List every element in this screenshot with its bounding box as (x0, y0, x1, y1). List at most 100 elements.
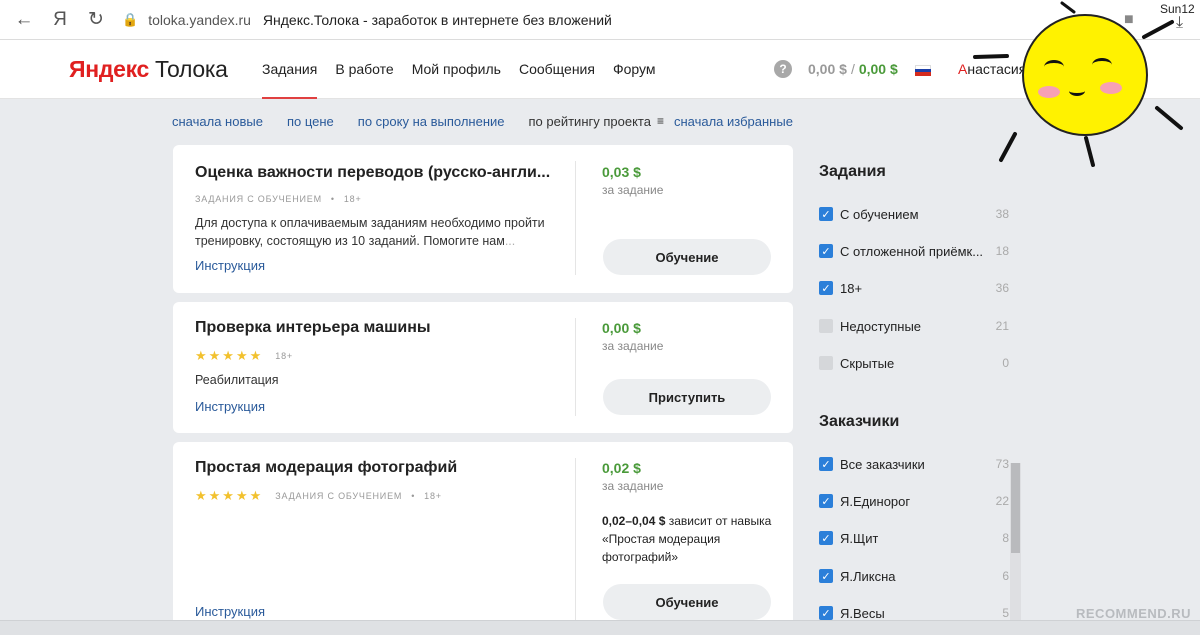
instruction-link[interactable]: Инструкция (195, 604, 265, 619)
filter-adult[interactable]: ✓ 18+ 36 (819, 279, 1011, 297)
filter-label: Я.Весы (840, 605, 885, 621)
task-price: 0,03 $ (602, 164, 641, 180)
filter-unavailable[interactable]: Недоступные 21 (819, 317, 1011, 335)
checkbox-checked-icon[interactable]: ✓ (819, 207, 833, 221)
sort-rating[interactable]: по рейтингу проекта (529, 114, 651, 129)
back-arrow-icon[interactable]: ← (6, 0, 42, 40)
checkbox-checked-icon[interactable]: ✓ (819, 244, 833, 258)
toloka-logo[interactable]: Яндекс Толока (69, 56, 228, 83)
checkbox-checked-icon[interactable]: ✓ (819, 531, 833, 545)
help-icon[interactable]: ? (774, 60, 792, 78)
sun-left-eye (1044, 60, 1064, 74)
checkbox-checked-icon[interactable]: ✓ (819, 606, 833, 620)
sort-bar: сначала новые по цене по сроку на выполн… (172, 114, 817, 129)
address-url[interactable]: toloka.yandex.ru (148, 12, 251, 28)
task-price: 0,00 $ (602, 320, 641, 336)
filter-count: 5 (1002, 606, 1009, 620)
task-description: Реабилитация (195, 373, 279, 387)
taskbar-strip (0, 620, 1200, 635)
rating-stars: ★★★★★ (195, 488, 264, 503)
lock-icon[interactable]: 🔒 (122, 12, 138, 28)
page-title: Яндекс.Толока - заработок в интернете бе… (262, 11, 612, 28)
checkbox-checked-icon[interactable]: ✓ (819, 569, 833, 583)
filter-delayed-acceptance[interactable]: ✓ С отложенной приёмк... 18 (819, 242, 1011, 260)
filter-label: Я.Единорог (840, 493, 911, 509)
sun-smile (1069, 86, 1085, 96)
reload-icon[interactable]: ↻ (78, 0, 114, 40)
filter-count: 18 (995, 244, 1009, 258)
filter-customer-shield[interactable]: ✓ Я.Щит 8 (819, 529, 1011, 547)
card-divider (575, 161, 576, 275)
checkbox-unchecked-icon[interactable] (819, 356, 833, 370)
task-price: 0,02 $ (602, 460, 641, 476)
sort-favorites[interactable]: сначала избранные (674, 114, 793, 129)
nav-in-work[interactable]: В работе (335, 40, 393, 99)
checkbox-checked-icon[interactable]: ✓ (819, 494, 833, 508)
filter-tasks-title: Задания (819, 163, 886, 180)
filter-label: Я.Ликсна (840, 568, 896, 584)
filter-hidden[interactable]: Скрытые 0 (819, 354, 1011, 372)
filter-with-training[interactable]: ✓ С обучением 38 (819, 205, 1011, 223)
balance[interactable]: 0,00 $/0,00 $ (808, 61, 898, 77)
nav-messages[interactable]: Сообщения (519, 40, 595, 99)
logo-yandex: Яндекс (69, 56, 150, 82)
meta-dot: • (330, 194, 335, 204)
price-range-note: 0,02–0,04 $ зависит от навыка «Простая м… (602, 512, 772, 566)
task-description-ellipsis: ... (504, 234, 516, 248)
task-title[interactable]: Оценка важности переводов (русско-англи.… (195, 164, 550, 182)
balance-available: 0,00 $ (858, 61, 898, 77)
sort-price[interactable]: по цене (287, 114, 334, 129)
browser-toolbar: ← Я ↻ 🔒 toloka.yandex.ru Яндекс.Толока -… (0, 0, 1200, 40)
filter-all-customers[interactable]: ✓ Все заказчики 73 (819, 455, 1011, 473)
instruction-link[interactable]: Инструкция (195, 258, 265, 273)
filter-label: Все заказчики (840, 456, 925, 472)
filter-count: 0 (1002, 356, 1009, 370)
training-button[interactable]: Обучение (603, 239, 771, 275)
task-card[interactable]: Простая модерация фотографий ★★★★★ ЗАДАН… (173, 442, 793, 635)
start-button[interactable]: Приступить (603, 379, 771, 415)
nav-my-profile[interactable]: Мой профиль (412, 40, 501, 99)
logo-toloka: Толока (155, 56, 228, 82)
task-tag-age: 18+ (343, 194, 362, 204)
task-card[interactable]: Проверка интерьера машины ★★★★★ 18+ Реаб… (173, 302, 793, 433)
download-icon[interactable]: ⤓ (1176, 14, 1183, 32)
nav-tasks[interactable]: Задания (262, 40, 318, 99)
card-divider (575, 458, 576, 635)
price-range: 0,02–0,04 $ (602, 514, 666, 528)
task-title[interactable]: Проверка интерьера машины (195, 319, 431, 337)
task-meta: ЗАДАНИЯ С ОБУЧЕНИЕМ • 18+ (195, 194, 362, 204)
sun-right-cheek (1100, 82, 1122, 94)
task-tag-age: 18+ (424, 491, 442, 501)
filter-count: 36 (995, 281, 1009, 295)
yandex-logo-icon[interactable]: Я (42, 0, 78, 40)
instruction-link[interactable]: Инструкция (195, 399, 265, 414)
filter-label: С отложенной приёмк... (840, 243, 984, 259)
task-tag-training: ЗАДАНИЯ С ОБУЧЕНИЕМ (275, 491, 403, 501)
nav-forum[interactable]: Форум (613, 40, 656, 99)
filter-label: Я.Щит (840, 530, 879, 546)
sun-doodle (1022, 14, 1148, 136)
filter-customer-liksna[interactable]: ✓ Я.Ликсна 6 (819, 567, 1011, 585)
checkbox-checked-icon[interactable]: ✓ (819, 281, 833, 295)
task-card[interactable]: Оценка важности переводов (русско-англи.… (173, 145, 793, 293)
checkbox-unchecked-icon[interactable] (819, 319, 833, 333)
filter-count: 38 (995, 207, 1009, 221)
main-nav: Задания В работе Мой профиль Сообщения Ф… (262, 40, 673, 99)
filter-count: 21 (995, 319, 1009, 333)
per-task-label: за задание (602, 339, 664, 353)
russian-flag-icon[interactable] (915, 65, 931, 76)
task-title[interactable]: Простая модерация фотографий (195, 459, 457, 477)
filter-customer-unicorn[interactable]: ✓ Я.Единорог 22 (819, 492, 1011, 510)
sun-right-eye (1092, 58, 1112, 72)
training-button[interactable]: Обучение (603, 584, 771, 620)
filter-label: 18+ (840, 280, 863, 296)
task-meta: ★★★★★ ЗАДАНИЯ С ОБУЧЕНИЕМ • 18+ (195, 488, 442, 504)
sort-deadline[interactable]: по сроку на выполнение (358, 114, 505, 129)
sort-newest[interactable]: сначала новые (172, 114, 263, 129)
checkbox-checked-icon[interactable]: ✓ (819, 457, 833, 471)
customers-scrollbar-thumb[interactable] (1011, 463, 1020, 553)
balance-pending: 0,00 $ (808, 61, 847, 77)
bookmark-icon[interactable]: ■ (1124, 11, 1134, 29)
sort-order-icon[interactable]: ≡ (657, 114, 664, 129)
site-header: Яндекс Толока Задания В работе Мой профил… (0, 40, 1200, 99)
